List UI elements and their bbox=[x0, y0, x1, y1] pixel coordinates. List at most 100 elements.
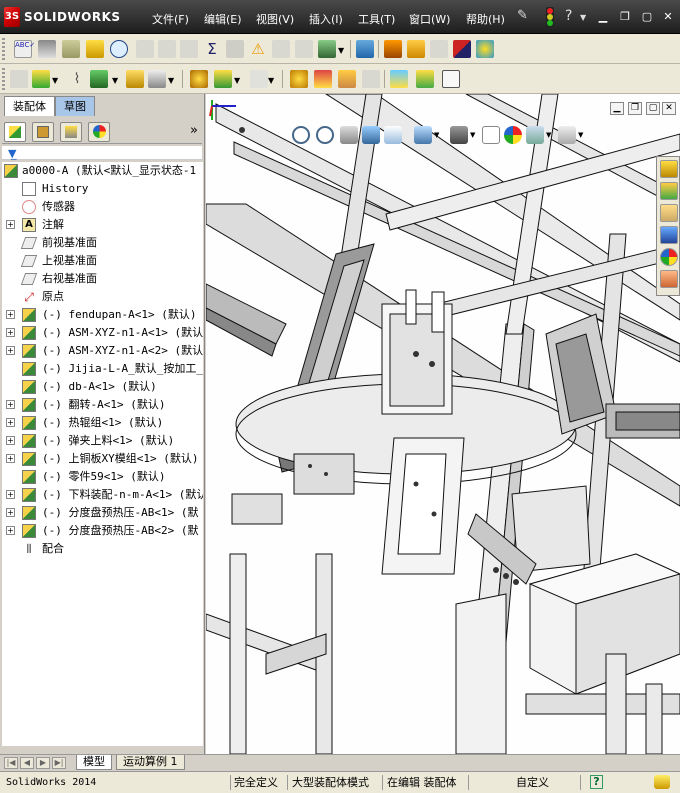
tab-assembly[interactable]: 装配体 bbox=[4, 96, 55, 116]
tree-node[interactable]: + (-) 分度盘预热压-AB<1> (默 bbox=[2, 504, 203, 522]
reference-dropdown-icon[interactable]: ▼ bbox=[268, 76, 286, 94]
tree-node[interactable]: 前视基准面 bbox=[2, 234, 203, 252]
display-manager-icon[interactable] bbox=[88, 122, 110, 142]
symmetry-check-icon[interactable] bbox=[295, 40, 313, 58]
insert-component-icon[interactable] bbox=[384, 40, 402, 58]
expand-toggle-icon[interactable]: + bbox=[6, 400, 15, 409]
view-orientation-icon[interactable] bbox=[414, 126, 432, 144]
check-icon[interactable] bbox=[110, 40, 128, 58]
menu-help[interactable]: 帮助(H) bbox=[466, 11, 505, 27]
instant3d-icon[interactable] bbox=[390, 70, 408, 88]
tree-node[interactable]: ⤢ 原点 bbox=[2, 288, 203, 306]
geometry-analysis-icon[interactable] bbox=[226, 40, 244, 58]
next-tab-icon[interactable]: ▶ bbox=[36, 757, 50, 769]
help-dropdown-icon[interactable]: ▼ bbox=[580, 13, 586, 22]
tree-node[interactable]: History bbox=[2, 180, 203, 198]
snapshot-icon[interactable] bbox=[442, 70, 460, 88]
tree-node[interactable]: + (-) 弹夹上料<1> (默认) bbox=[2, 432, 203, 450]
tree-node[interactable]: ⫴ 配合 bbox=[2, 540, 203, 558]
menu-file[interactable]: 文件(F) bbox=[152, 11, 189, 27]
edit-appearance-icon[interactable] bbox=[504, 126, 522, 144]
explode-line-sketch-icon[interactable] bbox=[362, 70, 380, 88]
view-palette-icon[interactable] bbox=[660, 226, 678, 244]
display-dropdown-icon[interactable]: ▼ bbox=[470, 131, 475, 139]
menu-tools[interactable]: 工具(T) bbox=[358, 11, 395, 27]
interference-icon[interactable] bbox=[136, 40, 154, 58]
tree-node[interactable]: (-) 零件59<1> (默认) bbox=[2, 468, 203, 486]
expand-toggle-icon[interactable]: + bbox=[6, 220, 15, 229]
view-settings-icon[interactable] bbox=[558, 126, 576, 144]
new-motion-study-icon[interactable] bbox=[290, 70, 308, 88]
insert-components-icon[interactable] bbox=[32, 70, 50, 88]
traffic-light-icon[interactable] bbox=[546, 7, 554, 27]
status-help[interactable]: ? bbox=[590, 775, 603, 789]
doc-minimize-icon[interactable]: ▁ bbox=[610, 102, 624, 115]
doc-maximize-icon[interactable]: ▢ bbox=[646, 102, 660, 115]
graphics-area[interactable]: ▼ ▼ ▼ ▼ ▁ ❐ ▢ ✕ bbox=[206, 94, 680, 754]
last-tab-icon[interactable]: ▶| bbox=[52, 757, 66, 769]
more-tabs-icon[interactable]: » bbox=[190, 123, 198, 138]
appearance-icon[interactable] bbox=[453, 40, 471, 58]
doc-close-icon[interactable]: ✕ bbox=[662, 102, 676, 115]
tree-root-assembly[interactable]: a0000-A (默认<默认_显示状态-1 bbox=[2, 162, 203, 180]
expand-toggle-icon[interactable]: + bbox=[6, 508, 15, 517]
move-dropdown-icon[interactable]: ▼ bbox=[168, 76, 186, 94]
menu-insert[interactable]: 插入(I) bbox=[309, 11, 343, 27]
hide-show-items-icon[interactable] bbox=[482, 126, 500, 144]
design-library-icon[interactable] bbox=[660, 182, 678, 200]
configuration-manager-icon[interactable] bbox=[60, 122, 82, 142]
close-icon[interactable]: ✕ bbox=[661, 10, 675, 24]
expand-toggle-icon[interactable]: + bbox=[6, 346, 15, 355]
expand-toggle-icon[interactable]: + bbox=[6, 436, 15, 445]
mass-properties-icon[interactable] bbox=[62, 40, 80, 58]
sum-icon[interactable]: Σ bbox=[203, 40, 221, 58]
tree-node[interactable]: + (-) 热辊组<1> (默认) bbox=[2, 414, 203, 432]
tab-model[interactable]: 模型 bbox=[76, 755, 112, 770]
property-manager-icon[interactable] bbox=[32, 122, 54, 142]
zoom-to-fit-icon[interactable] bbox=[292, 126, 310, 144]
warning-icon[interactable]: ⚠ bbox=[249, 40, 267, 58]
tree-node[interactable]: + A 注解 bbox=[2, 216, 203, 234]
move-component-icon[interactable] bbox=[148, 70, 166, 88]
first-tab-icon[interactable]: |◀ bbox=[4, 757, 18, 769]
scene-dropdown-icon[interactable]: ▼ bbox=[546, 131, 551, 139]
linear-pattern-icon[interactable] bbox=[90, 70, 108, 88]
tree-node[interactable]: 右视基准面 bbox=[2, 270, 203, 288]
reference-geometry-icon[interactable] bbox=[250, 70, 268, 88]
doc-restore-icon[interactable]: ❐ bbox=[628, 102, 642, 115]
hole-alignment-icon[interactable] bbox=[180, 40, 198, 58]
edit-component-icon[interactable] bbox=[10, 70, 28, 88]
pin-icon[interactable]: ✎ bbox=[517, 8, 528, 23]
mate-clip-icon[interactable]: ⌇ bbox=[68, 70, 86, 88]
tree-node[interactable]: + (-) 下料装配-n-m-A<1> (默认 bbox=[2, 486, 203, 504]
help-icon[interactable]: ? bbox=[565, 8, 572, 24]
settings-dropdown-icon[interactable]: ▼ bbox=[578, 131, 583, 139]
maximize-icon[interactable]: ▢ bbox=[640, 10, 654, 24]
tree-node[interactable]: 传感器 bbox=[2, 198, 203, 216]
measure-icon[interactable] bbox=[38, 40, 56, 58]
apply-scene-icon[interactable] bbox=[526, 126, 544, 144]
tree-node[interactable]: 上视基准面 bbox=[2, 252, 203, 270]
tree-node[interactable]: + (-) fendupan-A<1> (默认) bbox=[2, 306, 203, 324]
tree-node[interactable]: (-) db-A<1> (默认) bbox=[2, 378, 203, 396]
previous-view-icon[interactable] bbox=[340, 126, 358, 144]
exploded-view-icon[interactable] bbox=[338, 70, 356, 88]
menu-view[interactable]: 视图(V) bbox=[256, 11, 294, 27]
smart-fasteners-icon[interactable] bbox=[430, 40, 448, 58]
section-properties-icon[interactable] bbox=[86, 40, 104, 58]
assembly-features-icon[interactable] bbox=[214, 70, 232, 88]
status-units[interactable]: 自定义 bbox=[516, 775, 549, 790]
solidworks-resources-icon[interactable] bbox=[660, 160, 678, 178]
expand-toggle-icon[interactable]: + bbox=[6, 454, 15, 463]
custom-properties-icon[interactable] bbox=[660, 270, 678, 288]
hide-show-icon[interactable] bbox=[356, 40, 374, 58]
tree-node[interactable]: + (-) 上铜板XY模组<1> (默认) bbox=[2, 450, 203, 468]
render-icon[interactable] bbox=[476, 40, 494, 58]
expand-toggle-icon[interactable]: + bbox=[6, 328, 15, 337]
tree-node[interactable]: + (-) 翻转-A<1> (默认) bbox=[2, 396, 203, 414]
menu-edit[interactable]: 编辑(E) bbox=[204, 11, 242, 27]
compare-icon[interactable] bbox=[318, 40, 336, 58]
tree-node[interactable]: (-) Jijia-L-A_默认_按加工_ bbox=[2, 360, 203, 378]
toolbar-grip[interactable] bbox=[2, 38, 5, 60]
zoom-to-area-icon[interactable] bbox=[316, 126, 334, 144]
